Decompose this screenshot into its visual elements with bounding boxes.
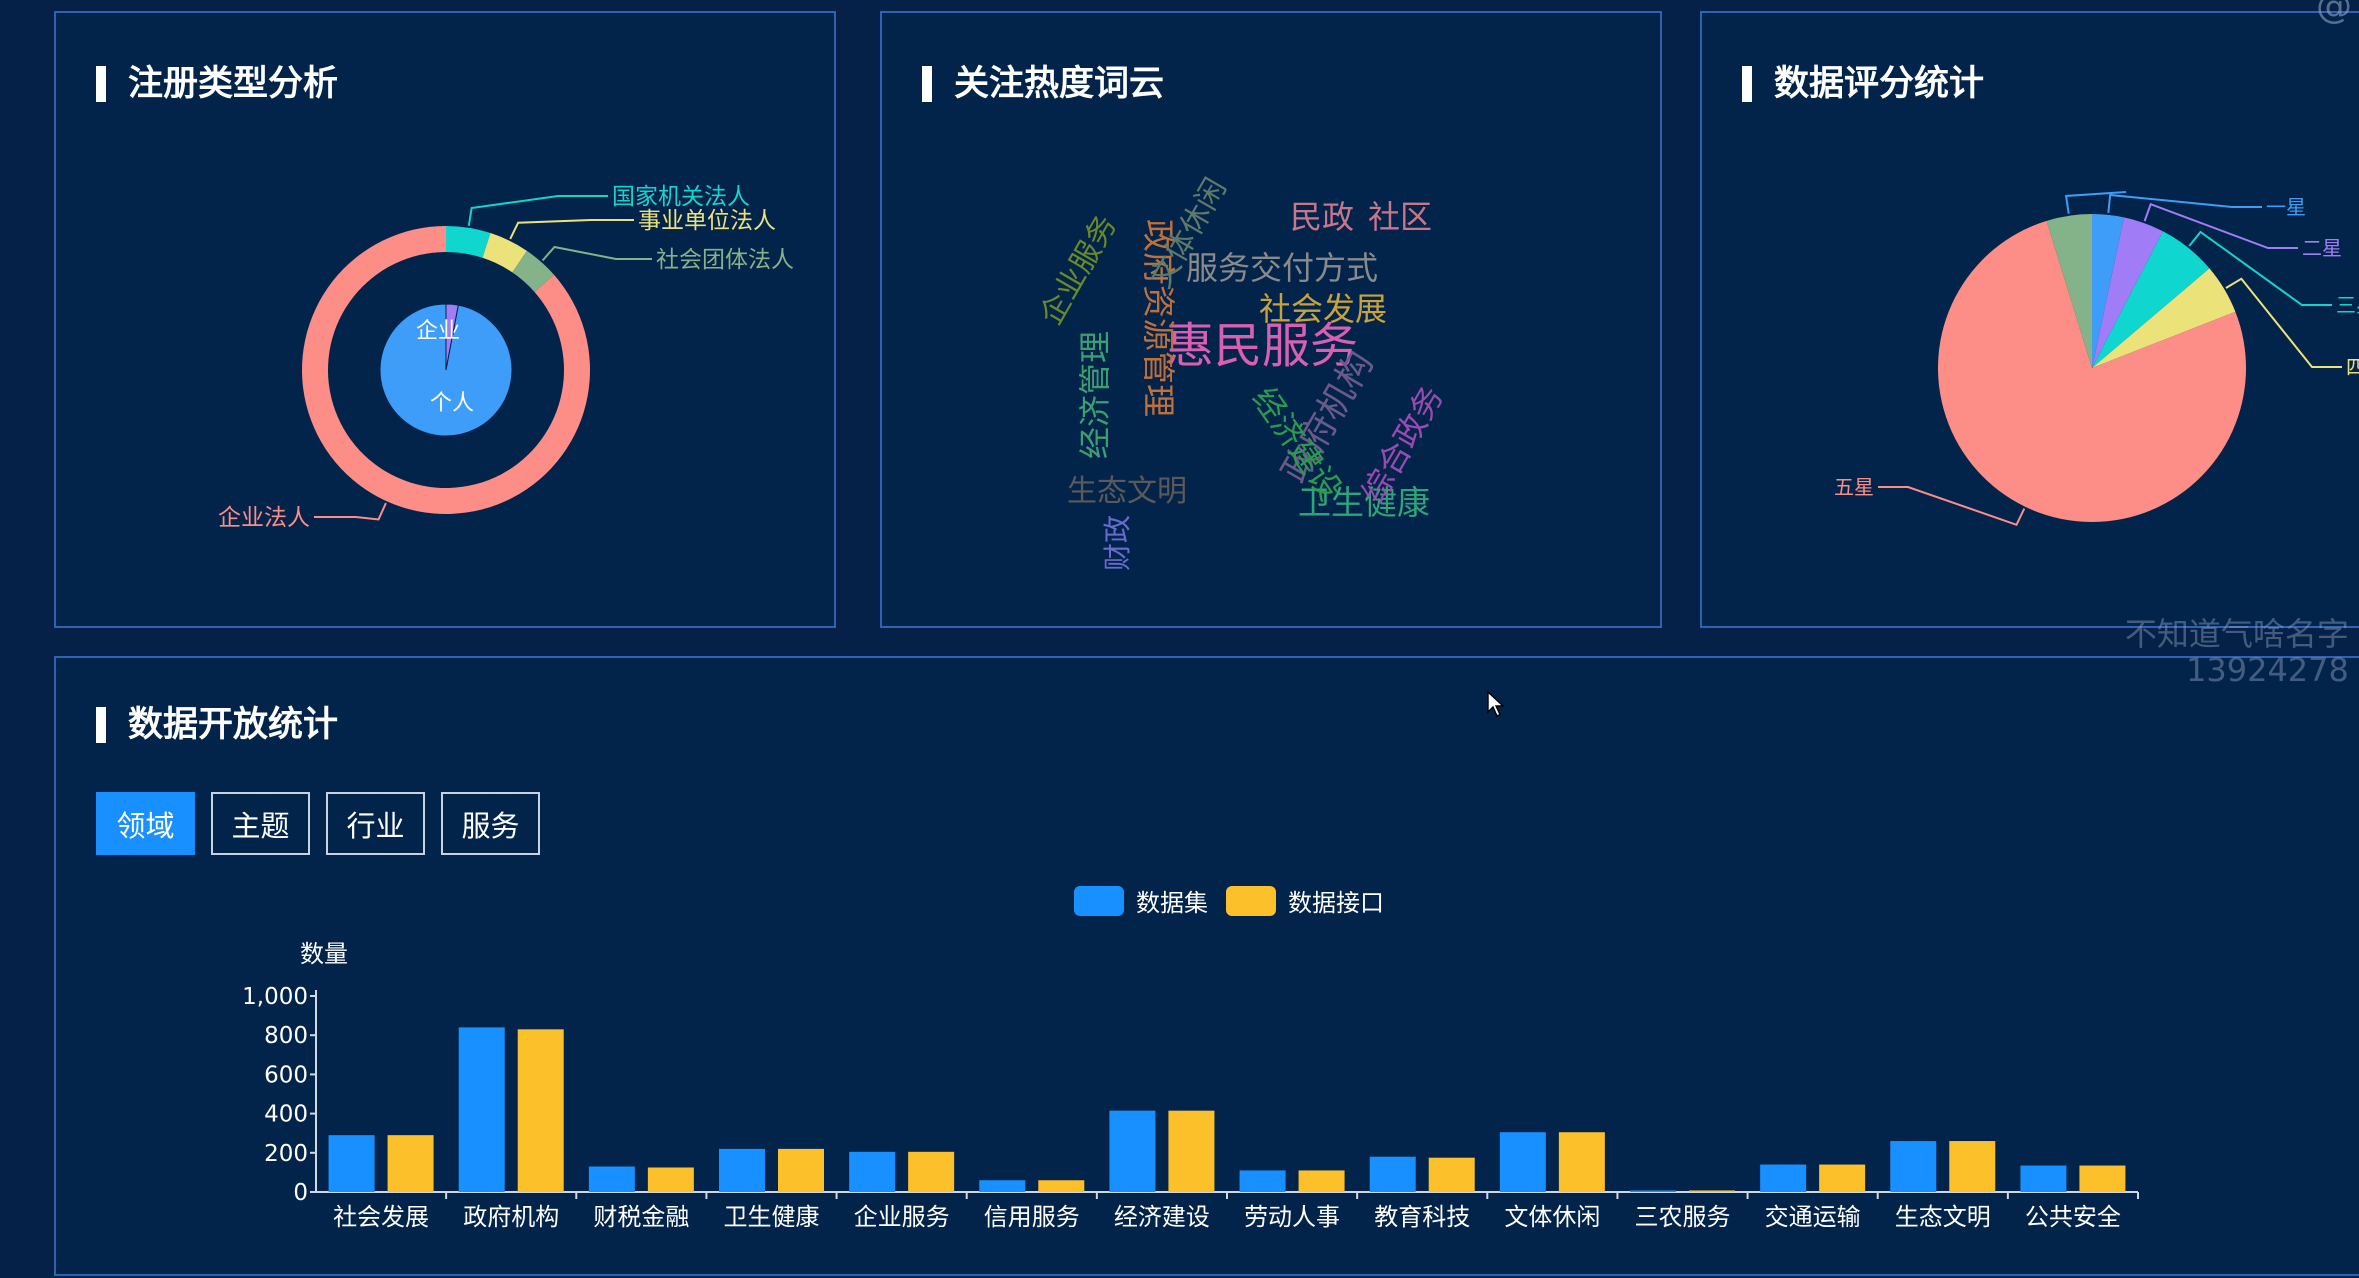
x-tick-label: 信用服务: [984, 1203, 1080, 1231]
pie-slice-label: 一星: [2266, 195, 2306, 219]
label-leader-line: [314, 502, 387, 521]
x-tick-label: 经济建设: [1114, 1203, 1210, 1231]
word-cloud-word[interactable]: 企业服务: [1034, 210, 1124, 331]
mouse-cursor-icon: [1487, 690, 1505, 717]
y-tick-label: 400: [264, 1102, 308, 1128]
y-axis-title: 数量: [300, 940, 348, 968]
wordcloud-panel: 关注热度词云 惠民服务 社会发展 民政 社区 服务交付方式 卫生健康 政府资源管理 文体休闲企…: [880, 11, 1662, 628]
bar[interactable]: [1558, 1132, 1605, 1192]
word-cloud-word[interactable]: 服务交付方式: [1186, 249, 1378, 287]
y-tick-label: 600: [264, 1062, 308, 1088]
outer-slice-label: 企业法人: [218, 505, 310, 531]
inner-slice-label: 企业: [416, 319, 460, 344]
pie-slice-label: 二星: [2302, 236, 2342, 260]
data-open-panel: 数据开放统计 领域 主题 行业 服务 数据集 数据接口 数量 0 200 400 600…: [54, 656, 2359, 1276]
x-tick-label: 卫生健康: [724, 1203, 820, 1231]
y-tick-label: 200: [264, 1141, 308, 1167]
y-tick-label: 0: [293, 1180, 308, 1206]
bar[interactable]: [1369, 1156, 1416, 1192]
x-tick-label: 公共安全: [2025, 1203, 2121, 1231]
x-tick-label: 文体休闲: [1504, 1203, 1600, 1231]
word-cloud-word[interactable]: 财政: [1101, 515, 1134, 571]
outer-slice[interactable]: [446, 226, 491, 258]
bar[interactable]: [1689, 1190, 1735, 1192]
bar[interactable]: [458, 1027, 505, 1192]
rating-panel: 数据评分统计 一星二星三星四星五星: [1700, 11, 2359, 628]
inner-slice-label: 个人: [430, 391, 474, 416]
bar[interactable]: [979, 1180, 1026, 1192]
x-tick-label: 三农服务: [1635, 1203, 1731, 1231]
word-cloud-word[interactable]: 生态文明: [1067, 474, 1187, 509]
bar[interactable]: [1298, 1170, 1345, 1192]
bar[interactable]: [2079, 1165, 2126, 1192]
word-cloud-word[interactable]: 民政: [1290, 198, 1354, 236]
register-type-panel: 注册类型分析 企业 个人 国家机关法人 事业单位法人 社会团体法人 企业法人: [54, 11, 836, 628]
x-tick-label: 财税金融: [593, 1203, 689, 1231]
bar[interactable]: [1949, 1141, 1996, 1192]
outer-slice-label: 社会团体法人: [656, 247, 794, 273]
rating-pie-chart: 一星二星三星四星五星: [1834, 190, 2359, 527]
word-cloud-word[interactable]: 经济管理: [1076, 331, 1114, 459]
label-leader-line: [509, 219, 634, 240]
word-cloud-chart: 惠民服务社会发展民政 社区服务交付方式卫生健康政府资源管理文体休闲企业服务经济管理…: [1034, 173, 1451, 571]
bar[interactable]: [1890, 1141, 1937, 1192]
bar[interactable]: [588, 1166, 635, 1192]
register-type-chart: 企业个人 国家机关法人事业单位法人社会团体法人企业法人: [218, 184, 794, 531]
bar[interactable]: [1168, 1110, 1215, 1192]
bar[interactable]: [517, 1029, 564, 1192]
y-tick-label: 800: [264, 1023, 308, 1049]
word-cloud-word[interactable]: 社区: [1368, 198, 1432, 236]
x-tick-label: 交通运输: [1765, 1203, 1861, 1231]
watermark: 不知道气啥名字 13924278: [2112, 616, 2349, 688]
label-leader-line: [2107, 193, 2262, 213]
bar[interactable]: [1038, 1180, 1085, 1192]
bar[interactable]: [328, 1135, 375, 1192]
bar[interactable]: [387, 1135, 434, 1192]
bar[interactable]: [1819, 1164, 1866, 1192]
bar[interactable]: [719, 1148, 765, 1192]
bar[interactable]: [849, 1151, 896, 1192]
pie-slice-label: 三星: [2336, 293, 2359, 317]
y-tick-label: 1,000: [242, 984, 308, 1010]
bar[interactable]: [1499, 1132, 1546, 1192]
bar[interactable]: [1239, 1170, 1286, 1192]
bar[interactable]: [1630, 1190, 1676, 1192]
x-tick-label: 生态文明: [1895, 1203, 1991, 1231]
watermark-line: 不知道气啥名字: [2124, 615, 2349, 653]
bar[interactable]: [1109, 1110, 1156, 1192]
x-tick-label: 劳动人事: [1244, 1203, 1340, 1231]
pie-slice-label: 四星: [2346, 355, 2359, 379]
watermark-line: 13924278: [2186, 651, 2349, 689]
bar[interactable]: [2020, 1165, 2067, 1192]
data-open-bar-chart: 数量 0 200 400 600 800 1,000 社会发展 政府机构 财税金融 卫生健康 企业服务…: [242, 940, 2139, 1231]
corner-tag: @: [2316, 0, 2352, 27]
bar[interactable]: [908, 1151, 955, 1192]
x-tick-label: 教育科技: [1374, 1203, 1470, 1231]
bar[interactable]: [778, 1148, 824, 1192]
x-tick-label: 企业服务: [854, 1203, 950, 1231]
label-leader-line: [541, 245, 652, 262]
word-cloud-word[interactable]: 社会发展: [1259, 290, 1387, 328]
outer-slice-label: 事业单位法人: [638, 208, 776, 234]
outer-slice-label: 国家机关法人: [612, 184, 750, 210]
x-tick-label: 政府机构: [463, 1203, 559, 1231]
bar[interactable]: [1428, 1157, 1475, 1192]
bar[interactable]: [1760, 1164, 1807, 1192]
bar[interactable]: [647, 1167, 694, 1193]
pie-slice-label: 五星: [1834, 475, 1874, 499]
x-tick-label: 社会发展: [333, 1203, 429, 1231]
